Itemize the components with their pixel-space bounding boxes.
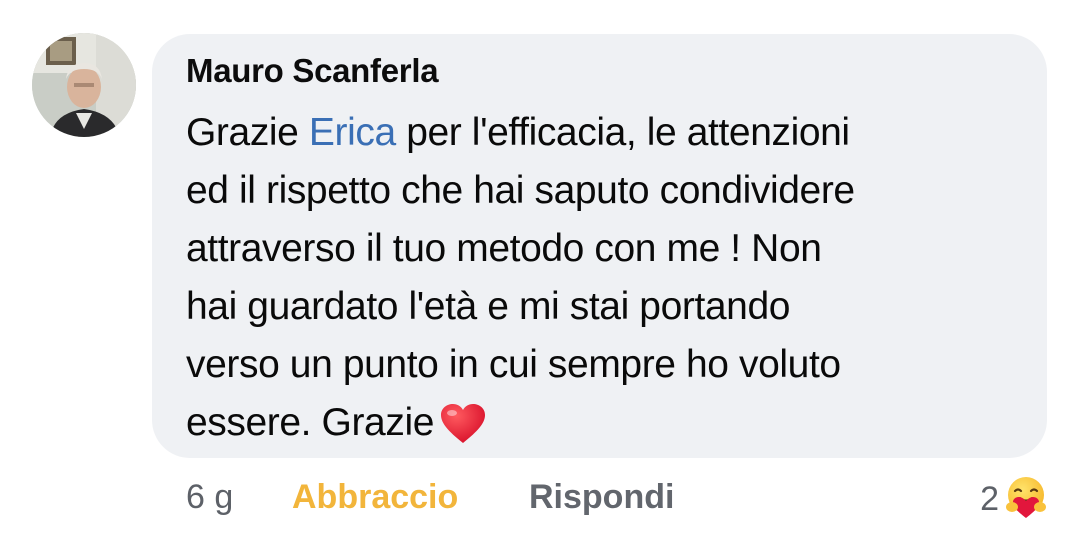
reaction-summary[interactable]: 2 [980,474,1049,525]
mention-link[interactable]: Erica [309,111,396,154]
comment-line: Grazie Erica per l'efficacia, le attenzi… [186,111,850,154]
comment-line: ed il rispetto che hai saputo condivider… [186,169,855,212]
reaction-button[interactable]: Abbraccio [292,478,458,517]
heart-emoji [440,403,486,462]
care-hug-emoji-icon [1003,474,1049,525]
comment-line: attraverso il tuo metodo con me ! Non [186,227,822,270]
comment-text: Grazie Erica per l'efficacia, le attenzi… [186,104,1026,462]
comment-timestamp[interactable]: 6 g [186,478,233,517]
profile-photo [32,33,136,137]
reply-button[interactable]: Rispondi [529,478,674,517]
comment-author[interactable]: Mauro Scanferla [186,52,439,90]
comment-line: verso un punto in cui sempre ho voluto [186,343,841,386]
comment-line-last: essere. Grazie [186,394,1026,462]
avatar[interactable] [32,33,136,137]
reaction-count: 2 [980,480,999,518]
comment-line: hai guardato l'età e mi stai portando [186,285,791,328]
